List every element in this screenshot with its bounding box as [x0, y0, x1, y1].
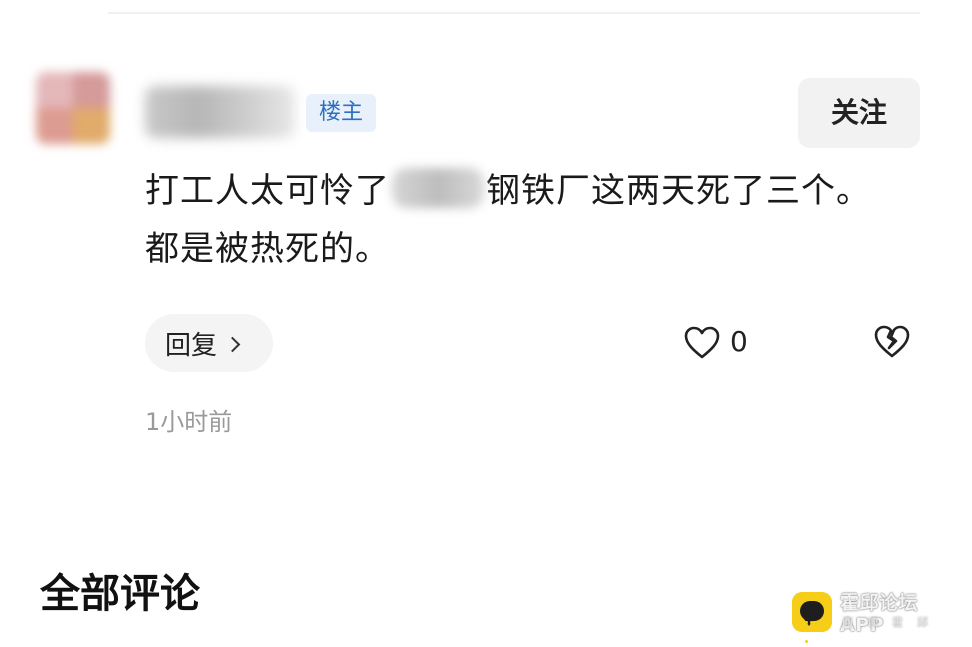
redacted-blur	[392, 168, 484, 208]
username-blurred[interactable]	[145, 86, 295, 138]
top-divider	[108, 12, 920, 14]
like-count: 0	[730, 325, 748, 358]
reply-button[interactable]: 回复	[145, 314, 273, 372]
post-text-before: 打工人太可怜了	[145, 171, 390, 211]
watermark: 霍邱论坛APP 阅读霍邱	[792, 590, 962, 643]
heart-outline-icon[interactable]	[684, 326, 720, 360]
post-timestamp: 1小时前	[145, 408, 233, 436]
chevron-right-icon	[224, 336, 241, 352]
watermark-slogan: 阅读霍邱	[842, 616, 942, 629]
post-text: 打工人太可怜了 钢铁厂这两天死了三个。都是被热死的。	[145, 162, 885, 278]
broken-heart-icon[interactable]	[874, 324, 910, 360]
chat-bubble-icon	[792, 592, 832, 643]
op-badge: 楼主	[306, 94, 376, 132]
reply-label: 回复	[165, 330, 218, 361]
avatar[interactable]	[36, 72, 110, 144]
all-comments-title: 全部评论	[40, 571, 200, 617]
follow-button[interactable]: 关注	[798, 78, 920, 148]
